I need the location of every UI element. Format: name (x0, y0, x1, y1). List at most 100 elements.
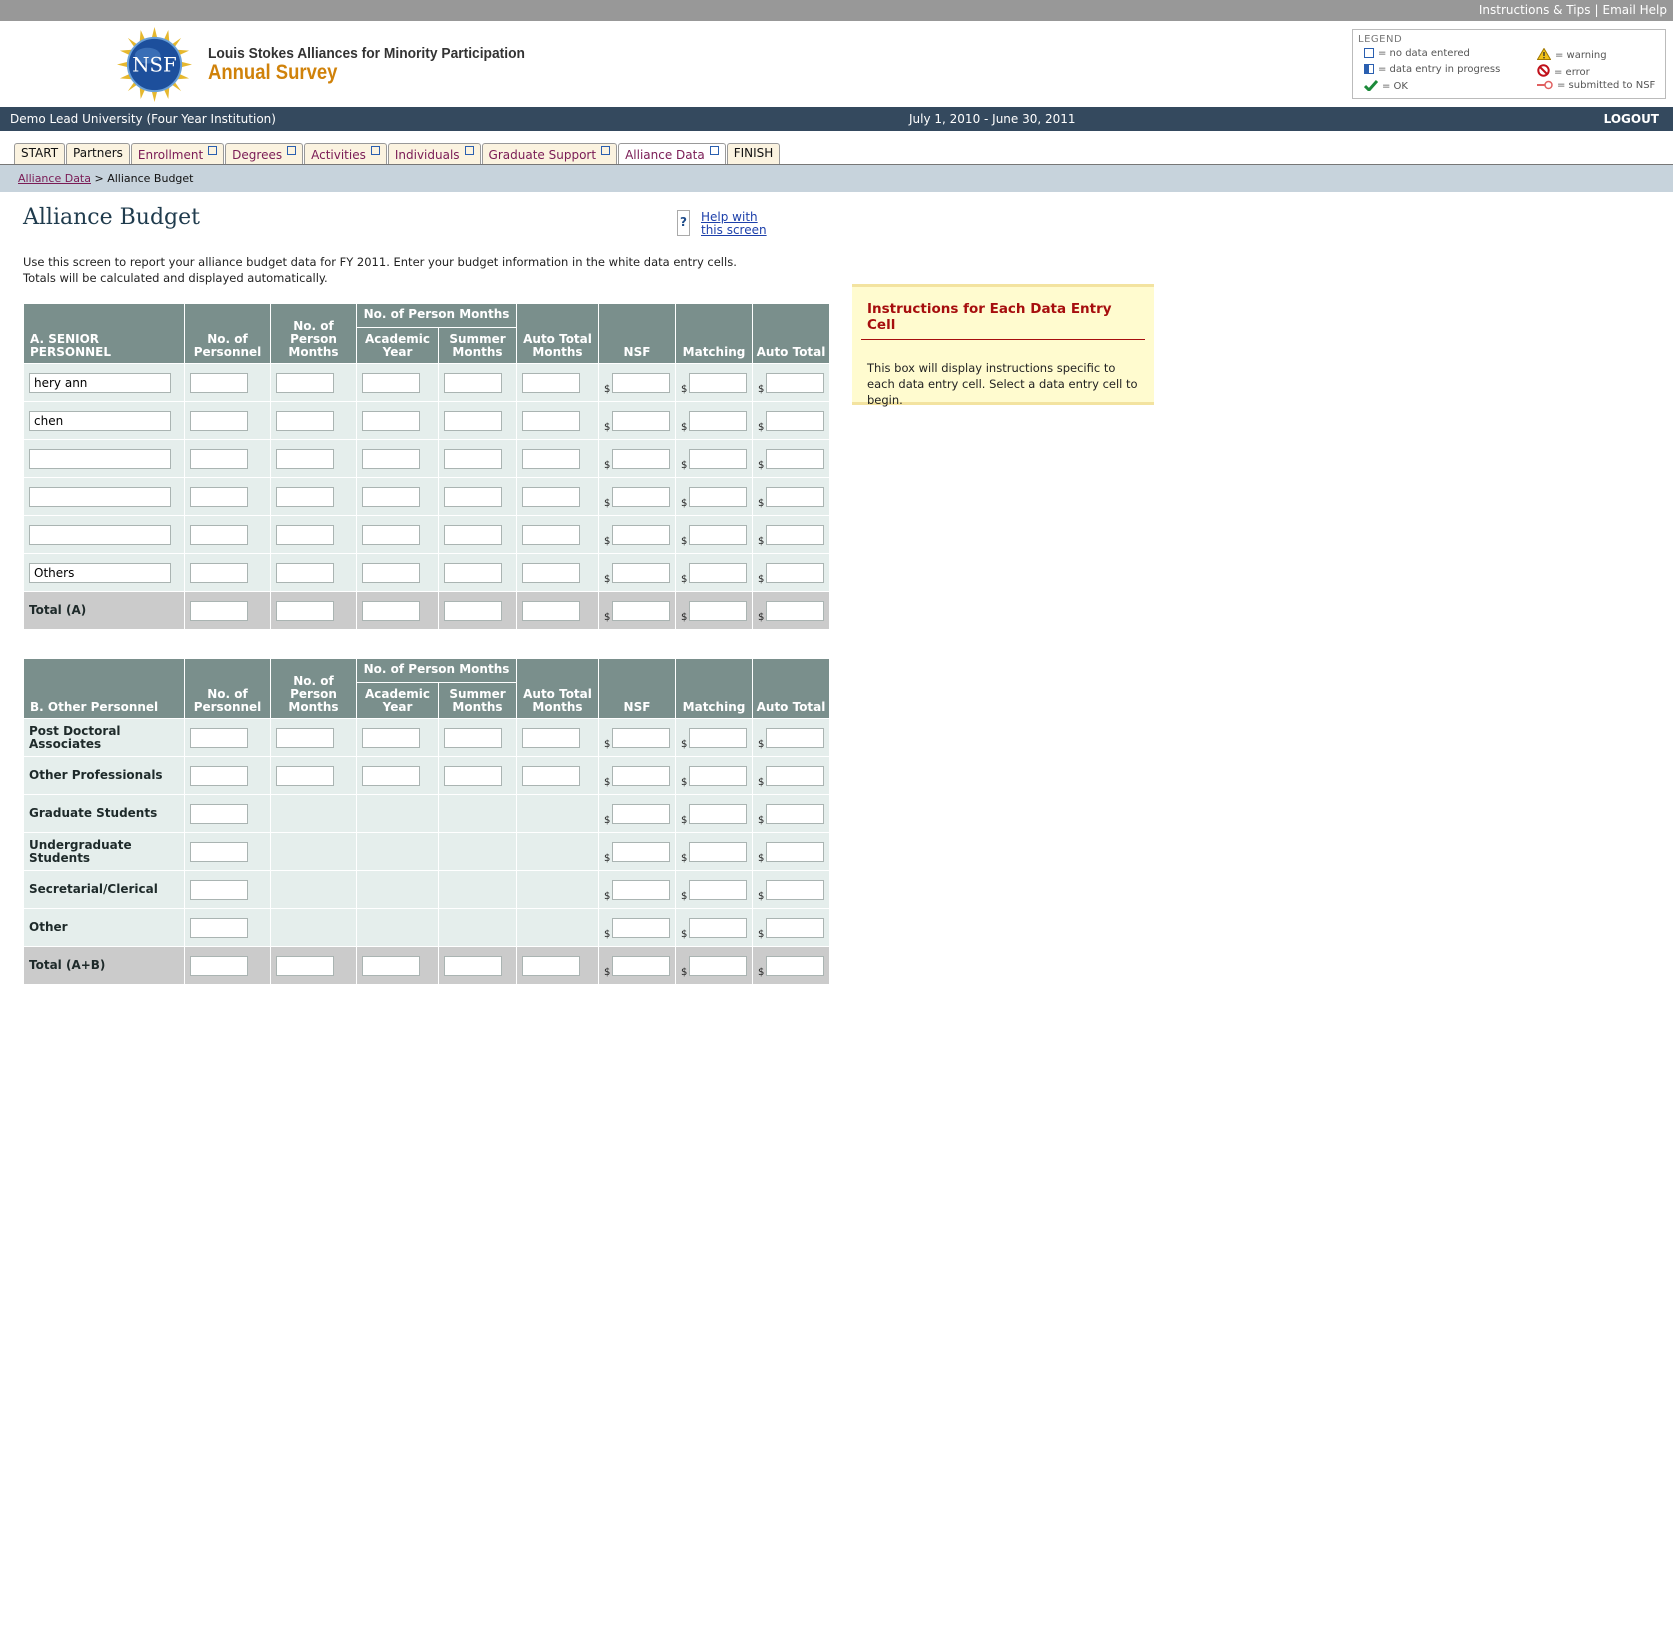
nsf-input[interactable] (612, 448, 670, 469)
summer-months-input[interactable] (444, 600, 502, 621)
no-personnel-input[interactable] (190, 562, 248, 583)
personnel-name-input[interactable] (29, 524, 171, 545)
auto-total-input[interactable] (766, 765, 824, 786)
personnel-name-input[interactable] (29, 372, 171, 393)
nsf-input[interactable] (612, 486, 670, 507)
auto-total-input[interactable] (766, 727, 824, 748)
academic-year-input[interactable] (362, 765, 420, 786)
auto-total-input[interactable] (766, 372, 824, 393)
academic-year-input[interactable] (362, 448, 420, 469)
nsf-input[interactable] (612, 803, 670, 824)
nsf-input[interactable] (612, 524, 670, 545)
nsf-input[interactable] (612, 410, 670, 431)
auto-total-months-input[interactable] (522, 765, 580, 786)
matching-input[interactable] (689, 803, 747, 824)
person-months-input[interactable] (276, 448, 334, 469)
academic-year-input[interactable] (362, 562, 420, 583)
academic-year-input[interactable] (362, 955, 420, 976)
auto-total-input[interactable] (766, 410, 824, 431)
summer-months-input[interactable] (444, 410, 502, 431)
no-personnel-input[interactable] (190, 841, 248, 862)
auto-total-months-input[interactable] (522, 955, 580, 976)
tab-enrollment[interactable]: Enrollment (130, 143, 225, 164)
academic-year-input[interactable] (362, 524, 420, 545)
auto-total-months-input[interactable] (522, 524, 580, 545)
auto-total-months-input[interactable] (522, 486, 580, 507)
personnel-name-input[interactable] (29, 448, 171, 469)
person-months-input[interactable] (276, 410, 334, 431)
auto-total-input[interactable] (766, 879, 824, 900)
matching-input[interactable] (689, 727, 747, 748)
logout-button[interactable]: LOGOUT (1604, 112, 1659, 126)
auto-total-months-input[interactable] (522, 562, 580, 583)
matching-input[interactable] (689, 879, 747, 900)
nsf-input[interactable] (612, 600, 670, 621)
no-personnel-total-input[interactable] (190, 600, 248, 621)
person-months-input[interactable] (276, 372, 334, 393)
person-months-input[interactable] (276, 727, 334, 748)
tab-start[interactable]: START (14, 143, 66, 164)
auto-total-input[interactable] (766, 803, 824, 824)
no-personnel-input[interactable] (190, 524, 248, 545)
auto-total-months-input[interactable] (522, 600, 580, 621)
auto-total-months-input[interactable] (522, 372, 580, 393)
auto-total-months-input[interactable] (522, 448, 580, 469)
matching-input[interactable] (689, 955, 747, 976)
matching-input[interactable] (689, 410, 747, 431)
no-personnel-input[interactable] (190, 917, 248, 938)
person-months-input[interactable] (276, 765, 334, 786)
nsf-input[interactable] (612, 372, 670, 393)
matching-input[interactable] (689, 372, 747, 393)
tab-alliance-data[interactable]: Alliance Data (618, 143, 726, 165)
help-icon[interactable]: ? (677, 210, 690, 236)
person-months-input[interactable] (276, 524, 334, 545)
summer-months-input[interactable] (444, 562, 502, 583)
summer-months-input[interactable] (444, 765, 502, 786)
matching-input[interactable] (689, 486, 747, 507)
auto-total-input[interactable] (766, 448, 824, 469)
academic-year-input[interactable] (362, 410, 420, 431)
tab-graduate-support[interactable]: Graduate Support (481, 143, 618, 164)
tab-activities[interactable]: Activities (304, 143, 387, 164)
matching-input[interactable] (689, 841, 747, 862)
personnel-name-input[interactable] (29, 562, 171, 583)
auto-total-input[interactable] (766, 917, 824, 938)
person-months-input[interactable] (276, 486, 334, 507)
auto-total-input[interactable] (766, 562, 824, 583)
no-personnel-input[interactable] (190, 486, 248, 507)
matching-input[interactable] (689, 524, 747, 545)
no-personnel-input[interactable] (190, 372, 248, 393)
summer-months-input[interactable] (444, 524, 502, 545)
person-months-input[interactable] (276, 600, 334, 621)
auto-total-months-input[interactable] (522, 410, 580, 431)
breadcrumb-alliance-data[interactable]: Alliance Data (18, 172, 91, 185)
no-personnel-input[interactable] (190, 448, 248, 469)
no-personnel-total-input[interactable] (190, 955, 248, 976)
nsf-input[interactable] (612, 727, 670, 748)
no-personnel-input[interactable] (190, 410, 248, 431)
person-months-input[interactable] (276, 562, 334, 583)
nsf-input[interactable] (612, 955, 670, 976)
summer-months-input[interactable] (444, 486, 502, 507)
summer-months-input[interactable] (444, 448, 502, 469)
tab-partners[interactable]: Partners (66, 143, 130, 164)
matching-input[interactable] (689, 765, 747, 786)
summer-months-input[interactable] (444, 727, 502, 748)
nsf-input[interactable] (612, 917, 670, 938)
academic-year-input[interactable] (362, 600, 420, 621)
no-personnel-input[interactable] (190, 803, 248, 824)
auto-total-input[interactable] (766, 486, 824, 507)
auto-total-input[interactable] (766, 600, 824, 621)
tab-individuals[interactable]: Individuals (387, 143, 481, 164)
nsf-input[interactable] (612, 562, 670, 583)
academic-year-input[interactable] (362, 372, 420, 393)
matching-input[interactable] (689, 917, 747, 938)
person-months-input[interactable] (276, 955, 334, 976)
no-personnel-input[interactable] (190, 879, 248, 900)
matching-input[interactable] (689, 448, 747, 469)
summer-months-input[interactable] (444, 955, 502, 976)
auto-total-input[interactable] (766, 955, 824, 976)
academic-year-input[interactable] (362, 727, 420, 748)
help-link[interactable]: Help with this screen (701, 211, 767, 237)
auto-total-input[interactable] (766, 524, 824, 545)
